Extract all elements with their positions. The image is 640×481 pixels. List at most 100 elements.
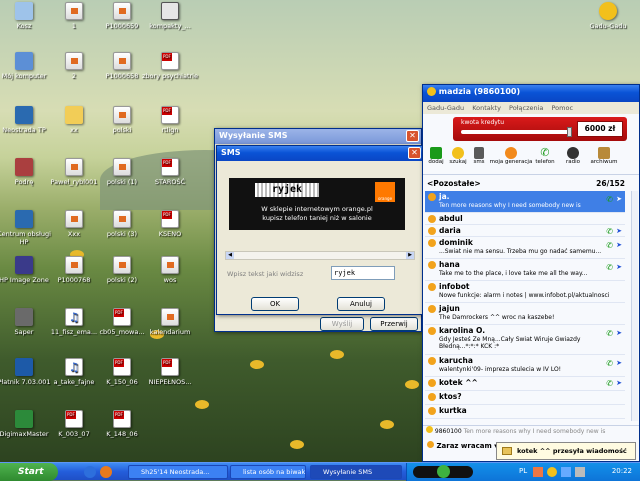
taskbar-button-neostrada[interactable]: Sh25'14 Neostrada... — [128, 465, 228, 479]
media-quicklaunch-icon[interactable] — [100, 466, 112, 478]
close-icon[interactable]: ✕ — [406, 130, 419, 142]
desktop-icon-wos[interactable]: wos — [140, 256, 200, 284]
scroll-left-icon[interactable]: ◀ — [226, 252, 234, 259]
document-icon — [65, 52, 83, 70]
send-button[interactable]: Wyślij — [320, 317, 364, 331]
clock[interactable]: 20:22 — [612, 467, 632, 475]
gg-titlebar[interactable]: madzia (9860100) — [423, 85, 639, 102]
tray-volume-icon[interactable] — [575, 467, 585, 477]
contact-row[interactable]: jajun The Damrockers ^^ wroc na kaszebe! — [425, 303, 625, 325]
computer-icon — [15, 52, 33, 70]
contact-row[interactable]: hana Take me to the place, i love take me… — [425, 259, 625, 281]
toolbar-search[interactable]: szukaj — [447, 147, 469, 165]
status-icon — [428, 283, 436, 291]
app-icon — [15, 210, 33, 228]
message-notification[interactable]: kotek ^^ przesyła wiadomość — [496, 442, 636, 460]
close-icon[interactable]: ✕ — [408, 147, 421, 159]
menu-polaczenia[interactable]: Połączenia — [509, 104, 543, 112]
menu-gadu-gadu[interactable]: Gadu-Gadu — [427, 104, 464, 112]
sms-dialog-titlebar[interactable]: SMS ✕ — [217, 146, 423, 161]
contact-row[interactable]: ktos? — [425, 391, 625, 405]
folder-icon — [65, 106, 83, 124]
pdf-icon — [161, 210, 179, 228]
phone-icon[interactable]: ✆ — [606, 359, 613, 368]
tray-icon-1[interactable] — [533, 467, 543, 477]
contact-row[interactable]: karucha walentynki'09- impreza stulecia w… — [425, 355, 625, 377]
cancel-button[interactable]: Anuluj — [337, 297, 385, 311]
contact-row[interactable]: infobot Nowe funkcje: alarm i notes | www… — [425, 281, 625, 303]
contact-row[interactable]: karolina O. Gdy Jesteś Ze Mną...Cały Świa… — [425, 325, 625, 355]
document-icon — [65, 2, 83, 20]
desktop-icon-zbory[interactable]: zbory psychiatrie — [140, 52, 200, 80]
status-icon — [428, 239, 436, 247]
tray-gadu-gadu-icon[interactable] — [547, 467, 557, 477]
phone-icon[interactable]: ✆ — [606, 227, 613, 236]
taskbar-button-lista[interactable]: lista osób na biwak... — [230, 465, 306, 479]
toolbar-generation[interactable]: moja generacja — [489, 147, 533, 165]
contact-row[interactable]: dominik ...Świat nie ma sensu. Trzeba mu … — [425, 237, 625, 259]
desktop-icon-kseno[interactable]: KSENO — [140, 210, 200, 238]
contact-row[interactable]: abdul — [425, 213, 625, 225]
arrow-icon[interactable]: ➤ — [616, 227, 622, 235]
abort-button[interactable]: Przerwij — [370, 317, 418, 331]
taskbar-button-sms[interactable]: Wysyłanie SMS — [310, 465, 402, 479]
away-status-selector[interactable]: Zaraz wracam ▾ — [423, 439, 503, 461]
flower-6 — [380, 420, 394, 429]
scroll-right-icon[interactable]: ▶ — [406, 252, 414, 259]
group-header[interactable]: <Pozostałe> — [427, 179, 481, 188]
credit-slider[interactable] — [461, 130, 571, 134]
mp3-icon: ♫ — [65, 308, 83, 326]
footer-number: 9860100 — [434, 428, 462, 435]
gg-toolbar: dodaj szukaj sms moja generacja ✆ telefon… — [423, 145, 639, 175]
contact-row[interactable]: kotek ^^ ✆ ➤ — [425, 377, 625, 391]
arrow-icon[interactable]: ➤ — [616, 379, 622, 387]
toolbar-phone[interactable]: ✆ telefon — [533, 147, 557, 166]
desktop-icon-k148[interactable]: K_148_06 — [92, 410, 152, 438]
desktop-icon-starosc[interactable]: STAROŚĆ — [140, 158, 200, 186]
phone-icon[interactable]: ✆ — [606, 329, 613, 338]
contact-row[interactable]: kurtka — [425, 405, 625, 419]
phone-icon[interactable]: ✆ — [606, 195, 613, 204]
desktop-icon-gadu-gadu[interactable]: Gadu-Gadu — [578, 2, 638, 30]
contact-row[interactable]: daria ✆ ➤ — [425, 225, 625, 237]
toolbar-radio[interactable]: radio — [561, 147, 585, 165]
footer-status[interactable]: Ten more reasons why I need somebody new… — [464, 428, 606, 435]
language-indicator[interactable]: PL — [519, 467, 527, 475]
credit-slider-thumb[interactable] — [567, 127, 572, 137]
contact-list-scrollbar[interactable] — [631, 191, 638, 421]
arrow-icon[interactable]: ➤ — [616, 263, 622, 271]
toolbar-archive[interactable]: archiwum — [589, 147, 619, 165]
tray-network-icon[interactable] — [561, 467, 571, 477]
floppy-icon — [161, 2, 179, 20]
phone-icon[interactable]: ✆ — [606, 241, 613, 250]
toolbar-add[interactable]: dodaj — [425, 147, 447, 165]
contact-row-selected[interactable]: ja. Ten more reasons why I need somebody … — [425, 191, 625, 213]
gadu-gadu-window: madzia (9860100) Gadu-Gadu Kontakty Połą… — [422, 84, 640, 462]
toolbar-sms[interactable]: sms — [469, 147, 489, 165]
sms-sending-titlebar[interactable]: Wysyłanie SMS ✕ — [215, 129, 421, 144]
app-icon — [15, 158, 33, 176]
desktop-icon-rtlign[interactable]: rtlign — [140, 106, 200, 134]
phone-icon[interactable]: ✆ — [606, 379, 613, 388]
menu-pomoc[interactable]: Pomoc — [551, 104, 573, 112]
arrow-icon[interactable]: ➤ — [616, 241, 622, 249]
ie-quicklaunch-icon[interactable] — [84, 466, 96, 478]
menu-kontakty[interactable]: Kontakty — [472, 104, 501, 112]
arrow-icon[interactable]: ➤ — [616, 359, 622, 367]
system-tray: PL 20:22 — [406, 463, 640, 481]
envelope-icon — [502, 447, 512, 455]
arrow-icon[interactable]: ➤ — [616, 195, 622, 203]
pdf-icon — [65, 410, 83, 428]
media-controls[interactable] — [413, 465, 473, 478]
phone-icon[interactable]: ✆ — [606, 263, 613, 272]
credit-value: 6000 zł — [577, 121, 623, 137]
desktop-icon-kalendarium[interactable]: kalendarium — [140, 308, 200, 336]
horizontal-scrollbar[interactable]: ◀ ▶ — [225, 251, 415, 260]
ok-button[interactable]: OK — [251, 297, 299, 311]
captcha-input[interactable]: ryjek — [331, 266, 395, 280]
desktop-icon-niepelnos[interactable]: NIEPEŁNOS... — [140, 358, 200, 386]
play-icon[interactable] — [437, 465, 450, 478]
arrow-icon[interactable]: ➤ — [616, 329, 622, 337]
start-button[interactable]: Start — [0, 463, 58, 481]
desktop-icon-kompakty[interactable]: kompakty_... — [140, 2, 200, 30]
